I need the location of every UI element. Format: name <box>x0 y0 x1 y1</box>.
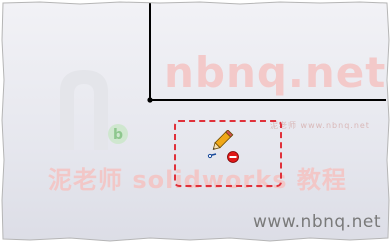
sketch-pencil-no-entry-icon <box>207 130 239 163</box>
screenshot-frame: b nbnq.net 泥老师 www.nbnq.net 泥老师 solidwor… <box>0 0 391 244</box>
graphics-viewport[interactable]: b nbnq.net 泥老师 www.nbnq.net 泥老师 solidwor… <box>6 0 386 236</box>
sketch-corner-point <box>147 97 153 103</box>
footer-site-url: www.nbnq.net <box>253 212 381 232</box>
sketch-geometry <box>147 0 386 103</box>
